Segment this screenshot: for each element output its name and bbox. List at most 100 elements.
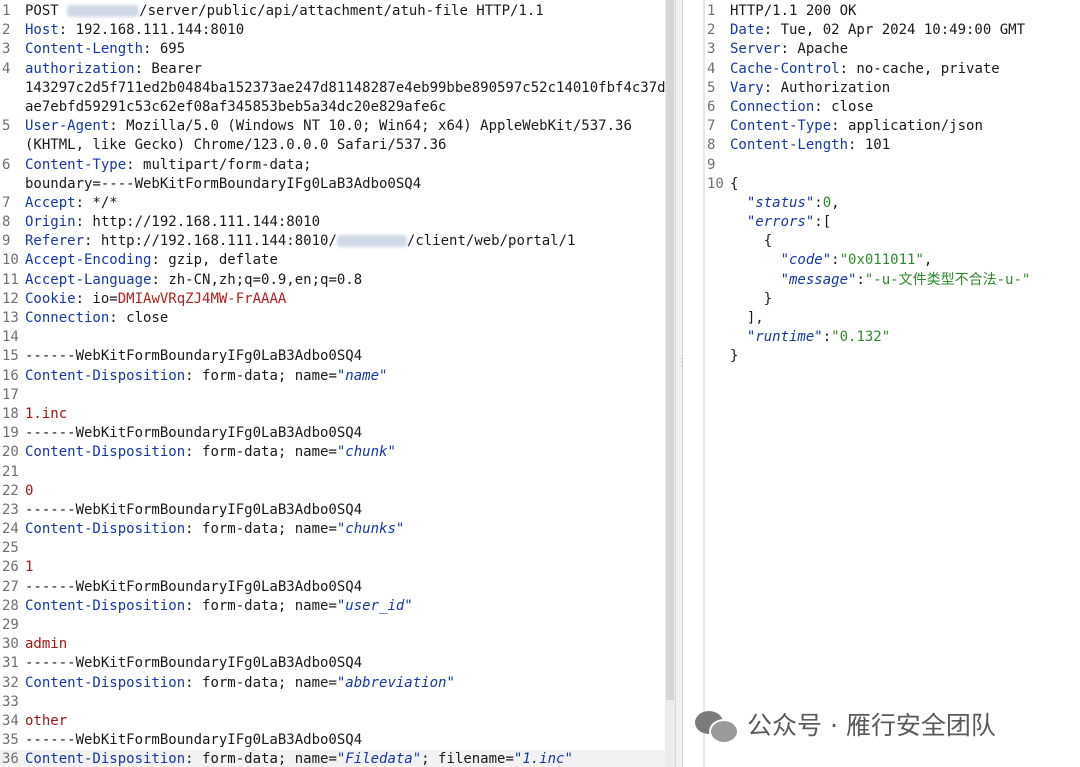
header-key: Content-Length — [730, 137, 849, 154]
line-text: Host: 192.168.111.144:8010 — [25, 22, 244, 38]
line-number: 10 — [2, 252, 19, 269]
request-line[interactable]: 16 Content-Disposition: form-data; name="… — [0, 367, 665, 386]
line-number: 11 — [2, 271, 19, 288]
response-line[interactable]: 5 Vary: Authorization — [705, 79, 1080, 98]
request-line[interactable]: ae7ebfd59291c53c62ef08af345853beb5a34dc2… — [0, 98, 665, 117]
request-line[interactable]: 6 Content-Type: multipart/form-data; — [0, 156, 665, 175]
request-line[interactable]: 34 other — [0, 712, 665, 731]
token-text: : multipart/form-data; — [126, 156, 312, 173]
header-key: Referer — [25, 233, 85, 250]
line-number: 8 — [2, 214, 11, 231]
header-key: Content-Length — [25, 41, 144, 58]
request-line[interactable]: 8 Origin: http://192.168.111.144:8010 — [0, 213, 665, 232]
request-line[interactable]: 28 Content-Disposition: form-data; name="… — [0, 597, 665, 616]
request-editor[interactable]: 1 POST /server/public/api/attachment/atuh… — [0, 0, 665, 767]
request-line[interactable]: 1 POST /server/public/api/attachment/atuh… — [0, 2, 665, 21]
request-line[interactable]: 31 ------WebKitFormBoundaryIFg0LaB3Adbo0S… — [0, 654, 665, 673]
request-line[interactable]: 4 authorization: Bearer — [0, 60, 665, 79]
request-line[interactable]: 27 ------WebKitFormBoundaryIFg0LaB3Adbo0S… — [0, 578, 665, 597]
header-key: Vary — [730, 79, 764, 96]
response-line[interactable]: 10 { — [705, 175, 1080, 194]
request-line[interactable]: 14 — [0, 328, 665, 347]
token-text: ], — [730, 310, 764, 326]
response-line[interactable]: "status":0, — [705, 194, 1080, 213]
request-line[interactable]: 18 1.inc — [0, 405, 665, 424]
request-line[interactable]: 25 — [0, 539, 665, 558]
pane-splitter[interactable] — [675, 0, 683, 767]
token-body-red: other — [25, 712, 68, 729]
response-line[interactable]: ], — [705, 309, 1080, 328]
request-line[interactable]: 22 0 — [0, 482, 665, 501]
request-line[interactable]: 30 admin — [0, 635, 665, 654]
response-line[interactable]: "code":"0x011011", — [705, 251, 1080, 270]
line-text: 1 — [25, 559, 33, 575]
response-line[interactable]: "runtime":"0.132" — [705, 328, 1080, 347]
line-text: Accept-Language: zh-CN,zh;q=0.9,en;q=0.8 — [25, 272, 362, 288]
token-text: ------WebKitFormBoundaryIFg0LaB3Adbo0SQ4 — [25, 578, 363, 595]
token-text: ------WebKitFormBoundaryIFg0LaB3Adbo0SQ4 — [25, 348, 363, 365]
line-number: 15 — [2, 348, 19, 365]
request-line[interactable]: 17 — [0, 386, 665, 405]
token-text: (KHTML, like Gecko) Chrome/123.0.0.0 Saf… — [25, 137, 447, 154]
response-line[interactable]: 4 Cache-Control: no-cache, private — [705, 60, 1080, 79]
response-line[interactable]: "errors":[ — [705, 213, 1080, 232]
request-line[interactable]: 10 Accept-Encoding: gzip, deflate — [0, 251, 665, 270]
request-line[interactable]: 7 Accept: */* — [0, 194, 665, 213]
request-line[interactable]: 19 ------WebKitFormBoundaryIFg0LaB3Adbo0S… — [0, 424, 665, 443]
request-line[interactable]: 2 Host: 192.168.111.144:8010 — [0, 21, 665, 40]
request-line[interactable]: 5 User-Agent: Mozilla/5.0 (Windows NT 10.… — [0, 117, 665, 136]
request-line[interactable]: 36 Content-Disposition: form-data; name="… — [0, 750, 665, 767]
request-line[interactable]: 24 Content-Disposition: form-data; name="… — [0, 520, 665, 539]
token-str: "chunk" — [336, 444, 396, 461]
wechat-icon — [695, 707, 739, 744]
line-number: 16 — [2, 367, 19, 384]
header-key: Accept-Encoding — [25, 252, 152, 269]
token-text: ------WebKitFormBoundaryIFg0LaB3Adbo0SQ4 — [25, 655, 363, 672]
request-line[interactable]: 9 Referer: http://192.168.111.144:8010/ /c… — [0, 232, 665, 251]
response-line[interactable]: } — [705, 347, 1080, 366]
token-text: POST — [25, 3, 68, 19]
request-scrollbar-thumb[interactable] — [666, 0, 674, 700]
response-line[interactable]: 9 — [705, 156, 1080, 175]
line-text: boundary=----WebKitFormBoundaryIFg0LaB3A… — [25, 176, 421, 192]
response-line[interactable]: 2 Date: Tue, 02 Apr 2024 10:49:00 GMT — [705, 21, 1080, 40]
request-line[interactable]: 23 ------WebKitFormBoundaryIFg0LaB3Adbo0S… — [0, 501, 665, 520]
header-key: Cookie — [25, 290, 76, 307]
response-line[interactable]: 8 Content-Length: 101 — [705, 136, 1080, 155]
token-text: 143297c2d5f711ed2b0484ba152373ae247d8114… — [25, 79, 665, 96]
response-line[interactable]: 3 Server: Apache — [705, 40, 1080, 59]
request-line[interactable]: 13 Connection: close — [0, 309, 665, 328]
request-line[interactable]: 20 Content-Disposition: form-data; name="… — [0, 443, 665, 462]
response-line[interactable]: 6 Connection: close — [705, 98, 1080, 117]
request-line[interactable]: 11 Accept-Language: zh-CN,zh;q=0.9,en;q=0… — [0, 271, 665, 290]
response-line[interactable]: { — [705, 232, 1080, 251]
request-line[interactable]: 29 — [0, 616, 665, 635]
request-line[interactable]: (KHTML, like Gecko) Chrome/123.0.0.0 Saf… — [0, 136, 665, 155]
request-line[interactable]: 143297c2d5f711ed2b0484ba152373ae247d8114… — [0, 79, 665, 98]
header-key: authorization — [25, 60, 135, 77]
request-line[interactable]: 33 — [0, 693, 665, 712]
request-line[interactable]: 15 ------WebKitFormBoundaryIFg0LaB3Adbo0S… — [0, 347, 665, 366]
response-line[interactable]: 7 Content-Type: application/json — [705, 117, 1080, 136]
request-line[interactable]: 12 Cookie: io=DMIAwVRqZJ4MW-FrAAAA — [0, 290, 665, 309]
line-text: admin — [25, 636, 67, 652]
request-line[interactable]: 3 Content-Length: 695 — [0, 40, 665, 59]
line-number: 3 — [2, 41, 11, 58]
line-number: 10 — [707, 175, 724, 192]
token-text: : form-data; name= — [185, 674, 337, 691]
response-line[interactable]: 1 HTTP/1.1 200 OK — [705, 2, 1080, 21]
request-line[interactable]: 26 1 — [0, 558, 665, 577]
token-str: "errors" — [746, 214, 815, 231]
request-line[interactable]: 35 ------WebKitFormBoundaryIFg0LaB3Adbo0S… — [0, 731, 665, 750]
request-line[interactable]: 21 — [0, 463, 665, 482]
request-line[interactable]: boundary=----WebKitFormBoundaryIFg0LaB3A… — [0, 175, 665, 194]
line-text: ------WebKitFormBoundaryIFg0LaB3Adbo0SQ4 — [25, 348, 362, 364]
response-viewer[interactable]: 1 HTTP/1.1 200 OK 2 Date: Tue, 02 Apr 2024 … — [705, 0, 1080, 767]
token-text: : — [822, 329, 832, 346]
response-line[interactable]: } — [705, 290, 1080, 309]
request-line[interactable]: 32 Content-Disposition: form-data; name="… — [0, 674, 665, 693]
line-text: Content-Disposition: form-data; name="na… — [25, 368, 387, 384]
splitter-handle-icon[interactable]: ⋮ — [677, 358, 687, 368]
response-line[interactable]: "message":"-u-文件类型不合法-u-" — [705, 271, 1080, 290]
